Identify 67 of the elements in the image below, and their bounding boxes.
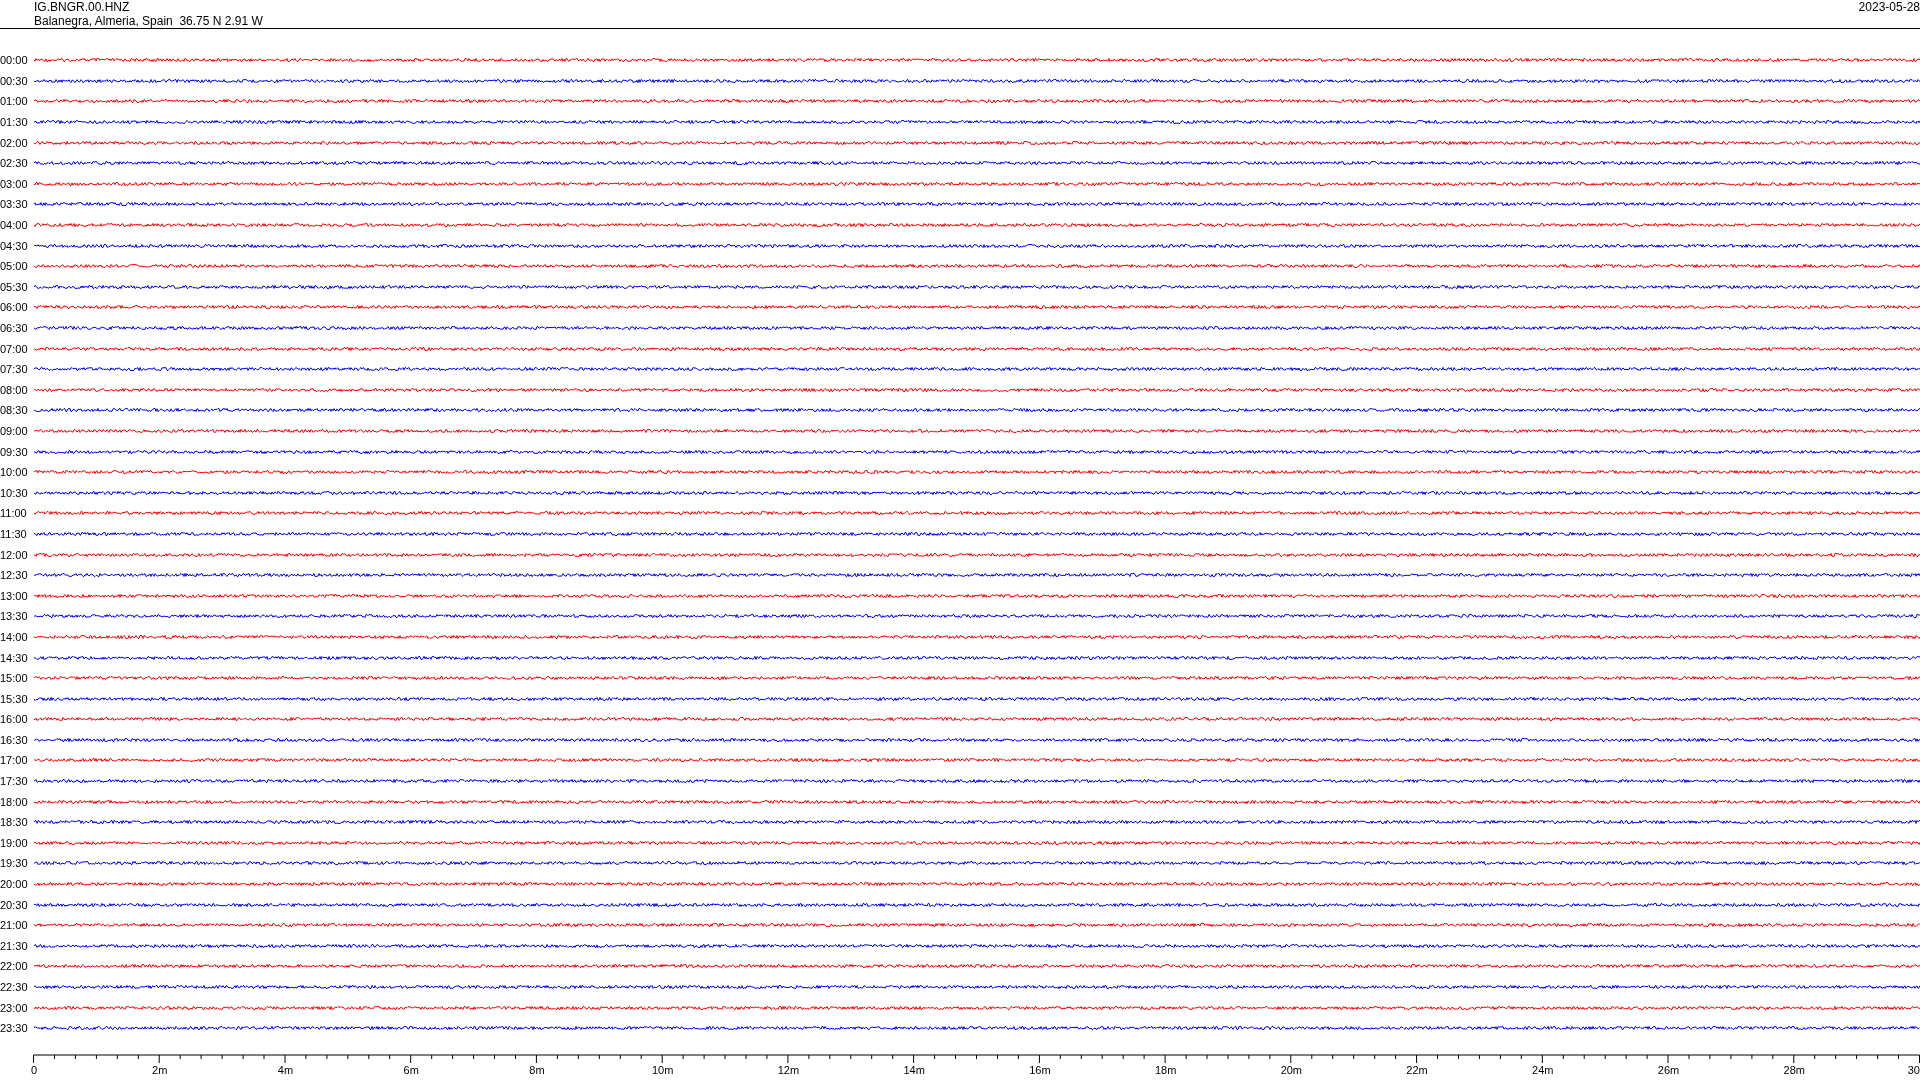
- trace-time-label: 05:30: [0, 280, 29, 293]
- axis-tick-label: 6m: [403, 1063, 419, 1076]
- axis-tick-label: 12m: [777, 1063, 800, 1076]
- trace-time-label: 00:00: [0, 54, 29, 67]
- axis-tick-label: 26m: [1657, 1063, 1680, 1076]
- axis-tick-label: 22m: [1406, 1063, 1428, 1076]
- axis-tick-label: 16m: [1029, 1063, 1051, 1076]
- axis-tick-label: 8m: [529, 1063, 545, 1076]
- trace-time-label: 11:30: [0, 527, 28, 540]
- trace-time-label: 00:30: [0, 74, 29, 87]
- axis-tick-label: 30: [1907, 1063, 1920, 1076]
- trace-time-label: 06:00: [0, 301, 29, 314]
- trace-time-label: 14:00: [0, 630, 29, 643]
- trace-time-label: 04:00: [0, 219, 29, 232]
- trace-time-label: 02:30: [0, 157, 29, 170]
- axis-tick-label: 10m: [651, 1063, 674, 1076]
- trace-time-label: 09:00: [0, 425, 29, 437]
- trace-time-label: 16:00: [0, 713, 29, 726]
- trace-time-label: 12:30: [0, 569, 29, 582]
- trace-time-label: 19:30: [0, 857, 29, 870]
- trace-time-label: 22:30: [0, 981, 29, 993]
- trace-time-label: 16:30: [0, 733, 29, 746]
- trace-time-label: 02:00: [0, 136, 29, 149]
- axis-tick-label: 28m: [1783, 1063, 1805, 1076]
- trace-time-label: 20:00: [0, 878, 29, 891]
- trace-time-label: 03:00: [0, 177, 29, 190]
- trace-time-label: 15:00: [0, 672, 29, 685]
- trace-time-label: 07:00: [0, 342, 29, 355]
- trace-time-label: 04:30: [0, 239, 29, 252]
- axis-tick-label: 20m: [1280, 1063, 1303, 1076]
- axis-tick-label: 24m: [1532, 1063, 1554, 1076]
- axis-tick-label: 18m: [1154, 1063, 1177, 1076]
- trace-time-label: 01:30: [0, 116, 29, 129]
- trace-time-label: 18:30: [0, 816, 29, 829]
- trace-time-label: 18:00: [0, 795, 29, 808]
- trace-time-label: 21:30: [0, 939, 29, 952]
- trace-time-label: 08:30: [0, 404, 29, 417]
- trace-time-label: 11:00: [0, 507, 28, 520]
- trace-time-label: 17:00: [0, 754, 29, 767]
- trace-time-label: 15:30: [0, 692, 29, 705]
- trace-time-label: 10:00: [0, 466, 29, 479]
- trace-time-label: 23:00: [0, 1001, 29, 1014]
- trace-time-label: 22:00: [0, 960, 29, 973]
- trace-time-label: 20:30: [0, 898, 29, 911]
- plot-date: 2023-05-28: [1858, 0, 1920, 14]
- trace-time-label: 07:30: [0, 363, 29, 376]
- axis-tick-label: 14m: [903, 1063, 925, 1076]
- trace-time-label: 06:30: [0, 322, 29, 334]
- trace-time-label: 23:30: [0, 1022, 29, 1035]
- trace-time-label: 12:00: [0, 548, 29, 561]
- trace-time-label: 13:00: [0, 589, 29, 602]
- axis-tick-label: 2m: [152, 1063, 168, 1076]
- station-location: Balanegra, Almeria, Spain 36.75 N 2.91 W: [34, 14, 263, 28]
- axis-tick-label: 4m: [277, 1063, 294, 1076]
- trace-time-label: 13:30: [0, 610, 29, 623]
- trace-time-label: 09:30: [0, 445, 29, 458]
- station-code: IG.BNGR.00.HNZ: [34, 0, 130, 14]
- trace-time-label: 10:30: [0, 486, 29, 499]
- trace-time-label: 21:00: [0, 919, 29, 932]
- axis-tick-label: 0: [30, 1063, 38, 1076]
- trace-time-label: 08:00: [0, 383, 29, 396]
- trace-time-label: 03:30: [0, 198, 29, 211]
- trace-time-label: 19:00: [0, 836, 29, 849]
- trace-time-label: 14:30: [0, 651, 29, 664]
- trace-time-label: 05:00: [0, 260, 29, 273]
- trace-time-label: 01:00: [0, 95, 29, 108]
- trace-time-label: 17:30: [0, 775, 29, 788]
